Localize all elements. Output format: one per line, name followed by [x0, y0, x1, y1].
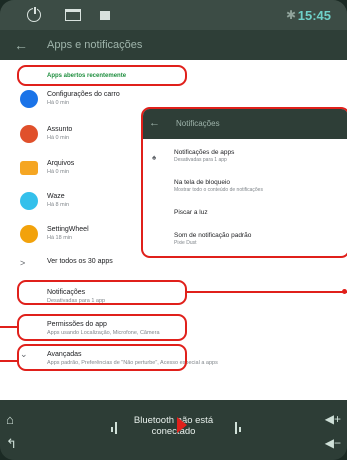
popup-back-button[interactable]: ←: [149, 117, 160, 129]
app-name: SettingWheel: [47, 226, 89, 233]
bluetooth-status-text: Bluetooth não está conectado: [133, 415, 214, 437]
app-bar: ← Apps e notificações: [0, 30, 347, 60]
app-name: Assunto: [47, 126, 73, 133]
see-all-apps-label: Ver todos os 30 apps: [47, 258, 113, 265]
folder-icon: [20, 161, 38, 175]
app-time: Há 18 min: [47, 235, 73, 241]
chevron-right-icon: >: [20, 258, 26, 268]
pointer-arrow: [177, 417, 187, 433]
popup-item-subtitle: Desativadas para 1 app: [174, 157, 227, 163]
popup-item-blink-light[interactable]: Piscar a luz: [174, 209, 208, 216]
app-time: Há 0 min: [47, 169, 70, 175]
highlight-recent-apps: [17, 65, 187, 86]
connector-line: [187, 291, 347, 293]
popup-item-title: Na tela de bloqueio: [174, 179, 231, 186]
back-button[interactable]: ←: [14, 37, 28, 53]
app-name: Arquivos: [47, 160, 75, 167]
waze-icon: [20, 192, 38, 210]
popup-item-subtitle: Mostrar todo o conteúdo de notificações: [174, 187, 263, 193]
popup-header: ← Notificações: [143, 109, 347, 139]
screen-frame: ✱ 15:45 ← Apps e notificações Apps abert…: [0, 0, 347, 460]
popup-item-default-sound[interactable]: Som de notificação padrão Pixie Dust: [174, 232, 251, 246]
assunto-icon: [20, 125, 38, 143]
bottom-nav-bar: ⌂ ↰ ◀+ ◀− Bluetooth não está conectado: [0, 400, 347, 460]
app-time: Há 0 min: [47, 100, 70, 106]
bluetooth-status: Bluetooth não está conectado: [0, 415, 347, 437]
highlight-notifications: [17, 280, 187, 305]
popup-title: Notificações: [176, 119, 220, 128]
volume-down-icon[interactable]: ◀−: [325, 436, 341, 450]
connector-dot: [342, 289, 347, 294]
highlight-advanced: [17, 344, 187, 371]
page-title: Apps e notificações: [47, 39, 143, 51]
popup-item-lock-screen[interactable]: Na tela de bloqueio Mostrar todo o conte…: [174, 179, 263, 193]
audio-bars-right-icon: [235, 422, 243, 434]
status-bar: ✱ 15:45: [0, 0, 347, 30]
connector-line: [0, 360, 17, 362]
car-settings-icon: [20, 90, 38, 108]
clock: 15:45: [297, 8, 331, 23]
popup-item-title: Notificações de apps: [174, 149, 235, 156]
app-name: Configurações do carro: [47, 91, 120, 98]
popup-item-title: Piscar a luz: [174, 209, 208, 216]
recent-apps-icon[interactable]: [65, 9, 81, 21]
back-icon[interactable]: ↰: [6, 436, 17, 452]
notifications-popup: ← Notificações ♠ Notificações de apps De…: [141, 107, 347, 258]
menu-icon[interactable]: [100, 11, 110, 20]
popup-item-title: Som de notificação padrão: [174, 232, 252, 239]
bell-icon: ♠: [152, 153, 157, 162]
power-icon[interactable]: [27, 6, 41, 22]
setting-wheel-icon: [20, 225, 38, 243]
connector-line: [0, 326, 17, 328]
bluetooth-icon: ✱: [286, 8, 297, 22]
highlight-permissions: [17, 314, 187, 341]
popup-item-subtitle: Pixie Dust: [174, 240, 197, 246]
app-name: Waze: [47, 193, 65, 200]
popup-item-app-notifications[interactable]: Notificações de apps Desativadas para 1 …: [174, 149, 234, 163]
app-time: Há 0 min: [47, 135, 70, 141]
app-time: Há 8 min: [47, 202, 70, 208]
